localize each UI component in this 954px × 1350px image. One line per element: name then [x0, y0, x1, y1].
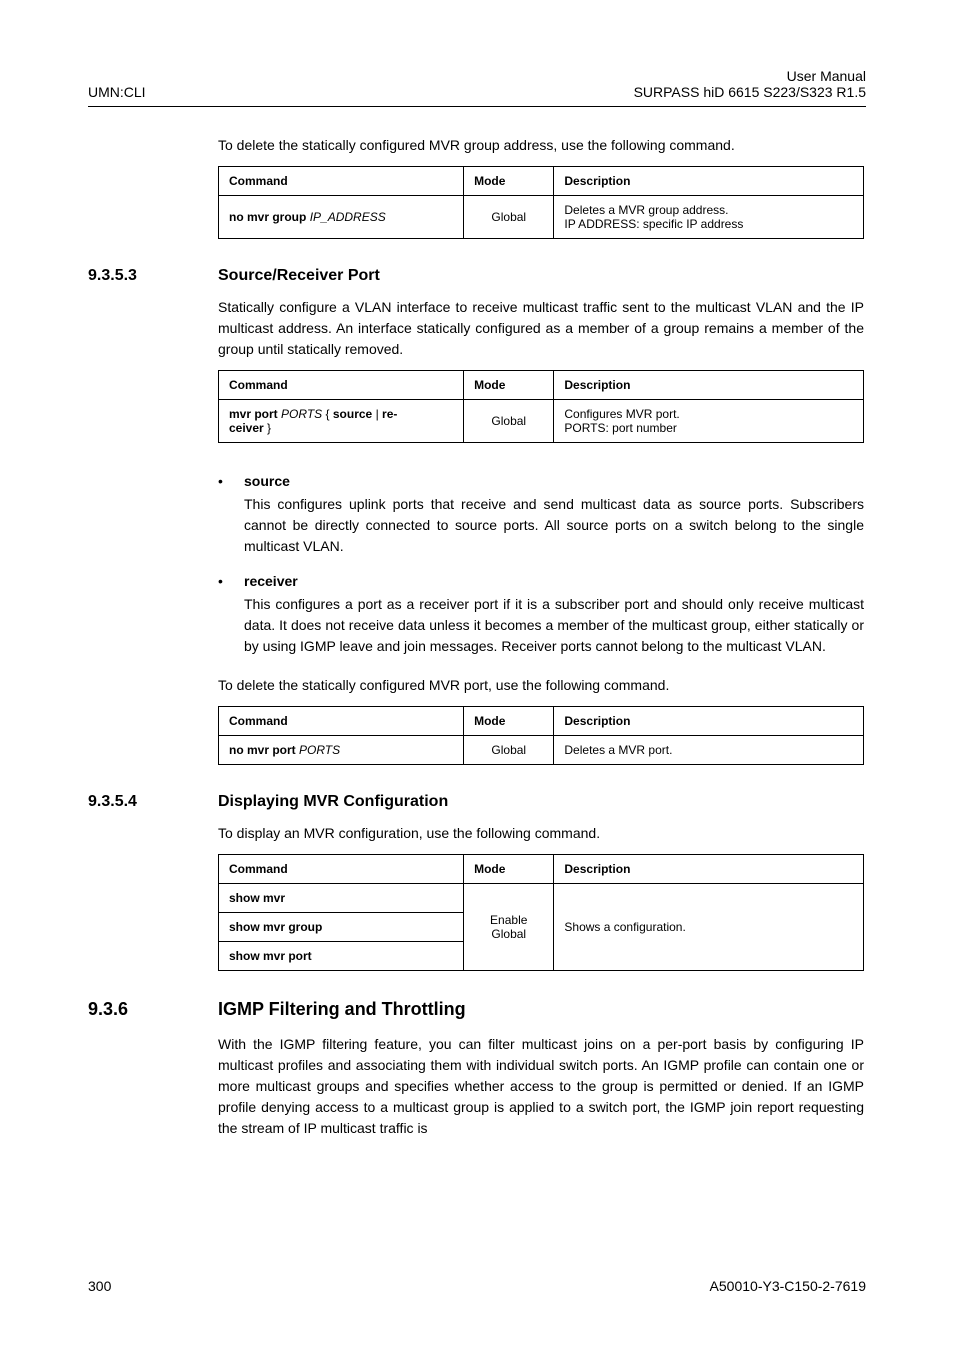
cmd-keyword: no mvr port: [229, 743, 296, 757]
th-command: Command: [219, 167, 464, 196]
th-description: Description: [554, 855, 864, 884]
heading-source-receiver: 9.3.5.3Source/Receiver Port: [88, 267, 864, 285]
td-cmd-r2: show mvr group: [219, 913, 464, 942]
cmd-kw2: source: [333, 407, 372, 421]
cmd-arg: IP_ADDRESS: [310, 210, 386, 224]
heading-title: Source/Receiver Port: [218, 267, 380, 284]
th-command: Command: [219, 855, 464, 884]
footer-doc-id: A50010-Y3-C150-2-7619: [710, 1278, 866, 1294]
td-cmd-r1: show mvr: [219, 884, 464, 913]
bullet-body: This configures a port as a receiver por…: [244, 596, 864, 654]
bullet-source: • source This configures uplink ports th…: [218, 471, 864, 557]
table-delete-port: Command Mode Description no mvr port POR…: [218, 706, 864, 765]
td-cmd: no mvr group IP_ADDRESS: [219, 196, 464, 239]
heading-display-mvr: 9.3.5.4Displaying MVR Configuration: [88, 793, 864, 811]
heading-num: 9.3.5.4: [88, 793, 218, 811]
cmd-arg1: PORTS: [281, 407, 322, 421]
th-description: Description: [554, 167, 864, 196]
heading-num: 9.3.5.3: [88, 267, 218, 285]
mode-l2: Global: [491, 927, 526, 941]
intro-delete-group: To delete the statically configured MVR …: [218, 135, 864, 156]
para-display-mvr: To display an MVR configuration, use the…: [218, 823, 864, 844]
bullet-mark: •: [218, 571, 244, 657]
heading-igmp-filtering: 9.3.6IGMP Filtering and Throttling: [88, 999, 864, 1020]
td-mode: Enable Global: [464, 884, 554, 971]
para-delete-port: To delete the statically configured MVR …: [218, 675, 864, 696]
mode-l1: Enable: [490, 913, 527, 927]
table-mvr-port: Command Mode Description mvr port PORTS …: [218, 370, 864, 443]
bullet-lead: source: [244, 471, 864, 492]
bullet-lead: receiver: [244, 571, 864, 592]
header-right-l2: SURPASS hiD 6615 S223/S323 R1.5: [634, 84, 866, 100]
footer-page-number: 300: [88, 1278, 111, 1294]
cmd-arg: PORTS: [299, 743, 340, 757]
th-command: Command: [219, 371, 464, 400]
cmd-brace-open: {: [326, 407, 330, 421]
cmd-keyword: no mvr group: [229, 210, 306, 224]
td-desc: Deletes a MVR group address. IP ADDRESS:…: [554, 196, 864, 239]
desc-l2: PORTS: port number: [564, 421, 677, 435]
th-mode: Mode: [464, 707, 554, 736]
td-cmd: mvr port PORTS { source | re- ceiver }: [219, 400, 464, 443]
td-desc: Deletes a MVR port.: [554, 736, 864, 765]
td-desc: Shows a configuration.: [554, 884, 864, 971]
td-mode: Global: [464, 400, 554, 443]
th-mode: Mode: [464, 855, 554, 884]
table-delete-group: Command Mode Description no mvr group IP…: [218, 166, 864, 239]
para-static-vlan: Statically configure a VLAN interface to…: [218, 297, 864, 360]
heading-num: 9.3.6: [88, 999, 218, 1020]
th-mode: Mode: [464, 371, 554, 400]
para-igmp-filtering: With the IGMP filtering feature, you can…: [218, 1034, 864, 1139]
cmd-pipe: |: [376, 407, 379, 421]
heading-title: Displaying MVR Configuration: [218, 793, 448, 810]
td-mode: Global: [464, 736, 554, 765]
desc-l1: Deletes a MVR group address.: [564, 203, 728, 217]
th-command: Command: [219, 707, 464, 736]
cmd-kw1: mvr port: [229, 407, 278, 421]
td-cmd-r3: show mvr port: [219, 942, 464, 971]
desc-l1: Configures MVR port.: [564, 407, 679, 421]
cmd-kw3a: re-: [382, 407, 397, 421]
td-mode: Global: [464, 196, 554, 239]
header-right: User Manual SURPASS hiD 6615 S223/S323 R…: [634, 68, 866, 100]
th-description: Description: [554, 371, 864, 400]
desc-l2: IP ADDRESS: specific IP address: [564, 217, 743, 231]
table-show-mvr: Command Mode Description show mvr Enable…: [218, 854, 864, 971]
header-left: UMN:CLI: [88, 84, 146, 100]
cmd-brace-close: }: [267, 421, 271, 435]
header-right-l1: User Manual: [634, 68, 866, 84]
bullet-receiver: • receiver This configures a port as a r…: [218, 571, 864, 657]
header-rule: [88, 106, 866, 107]
bullet-mark: •: [218, 471, 244, 557]
td-cmd: no mvr port PORTS: [219, 736, 464, 765]
td-desc: Configures MVR port. PORTS: port number: [554, 400, 864, 443]
th-description: Description: [554, 707, 864, 736]
bullet-body: This configures uplink ports that receiv…: [244, 496, 864, 554]
th-mode: Mode: [464, 167, 554, 196]
heading-title: IGMP Filtering and Throttling: [218, 999, 466, 1019]
cmd-kw3b: ceiver: [229, 421, 264, 435]
